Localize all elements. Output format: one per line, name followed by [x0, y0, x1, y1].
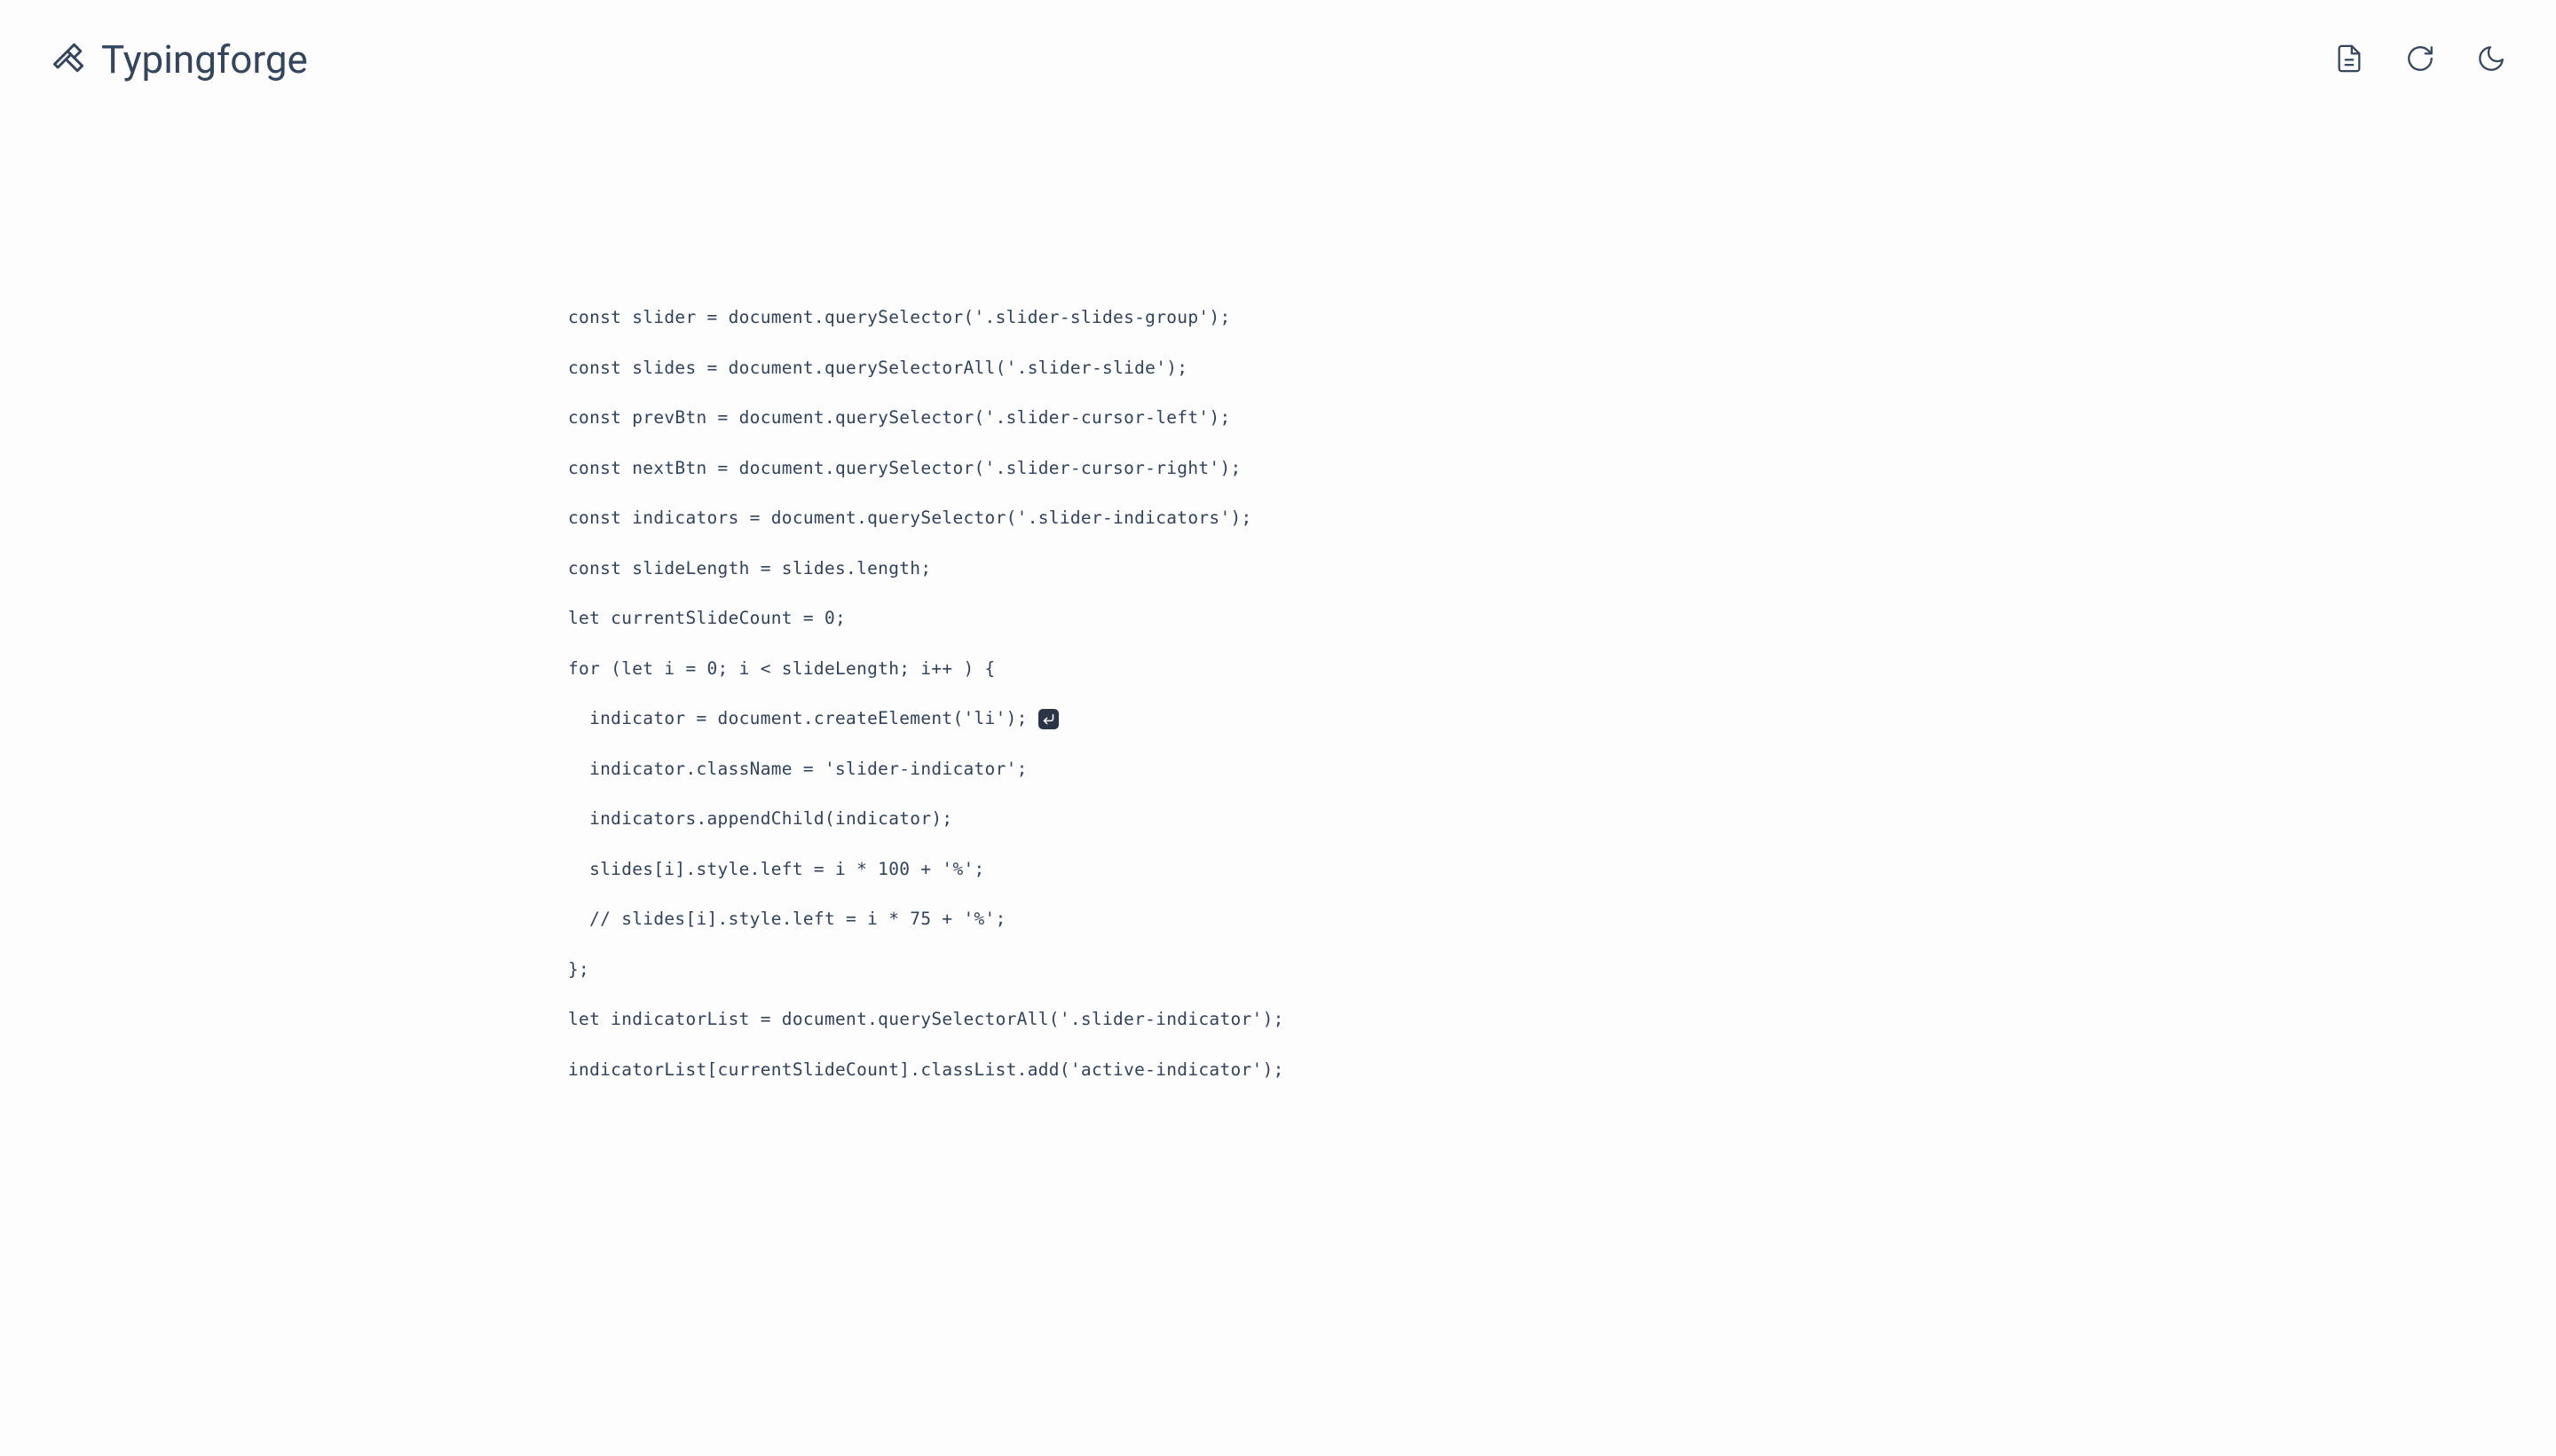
brand-name: Typingforge	[101, 36, 308, 83]
code-line: const nextBtn = document.querySelector('…	[568, 444, 2503, 494]
code-line: indicator.className = 'slider-indicator'…	[568, 744, 2503, 795]
brand: Typingforge	[50, 36, 308, 83]
hammer-icon	[50, 38, 89, 81]
code-line: indicator = document.createElement('li')…	[568, 694, 2503, 744]
code-line: slides[i].style.left = i * 100 + '%';	[568, 845, 2503, 895]
moon-icon	[2476, 43, 2506, 76]
code-line: const indicators = document.querySelecto…	[568, 493, 2503, 544]
code-line: indicatorList[currentSlideCount].classLi…	[568, 1045, 2503, 1096]
code-line: };	[568, 945, 2503, 996]
code-line: indicators.appendChild(indicator);	[568, 794, 2503, 845]
code-line: // slides[i].style.left = i * 75 + '%';	[568, 894, 2503, 945]
theme-toggle-button[interactable]	[2476, 43, 2506, 76]
refresh-icon	[2405, 43, 2435, 76]
refresh-button[interactable]	[2405, 43, 2435, 76]
code-line: const slides = document.querySelectorAll…	[568, 343, 2503, 394]
header-actions	[2334, 43, 2506, 76]
document-button[interactable]	[2334, 43, 2364, 76]
code-area[interactable]: const slider = document.querySelector('.…	[0, 98, 2556, 1095]
code-line: let currentSlideCount = 0;	[568, 594, 2503, 644]
code-line: const slideLength = slides.length;	[568, 544, 2503, 594]
document-icon	[2334, 43, 2364, 76]
code-line: let indicatorList = document.querySelect…	[568, 995, 2503, 1045]
header: Typingforge	[0, 0, 2556, 98]
typing-cursor-icon	[1038, 709, 1059, 729]
code-line: const prevBtn = document.querySelector('…	[568, 393, 2503, 444]
code-line: const slider = document.querySelector('.…	[568, 293, 2503, 343]
code-line: for (let i = 0; i < slideLength; i++ ) {	[568, 644, 2503, 695]
